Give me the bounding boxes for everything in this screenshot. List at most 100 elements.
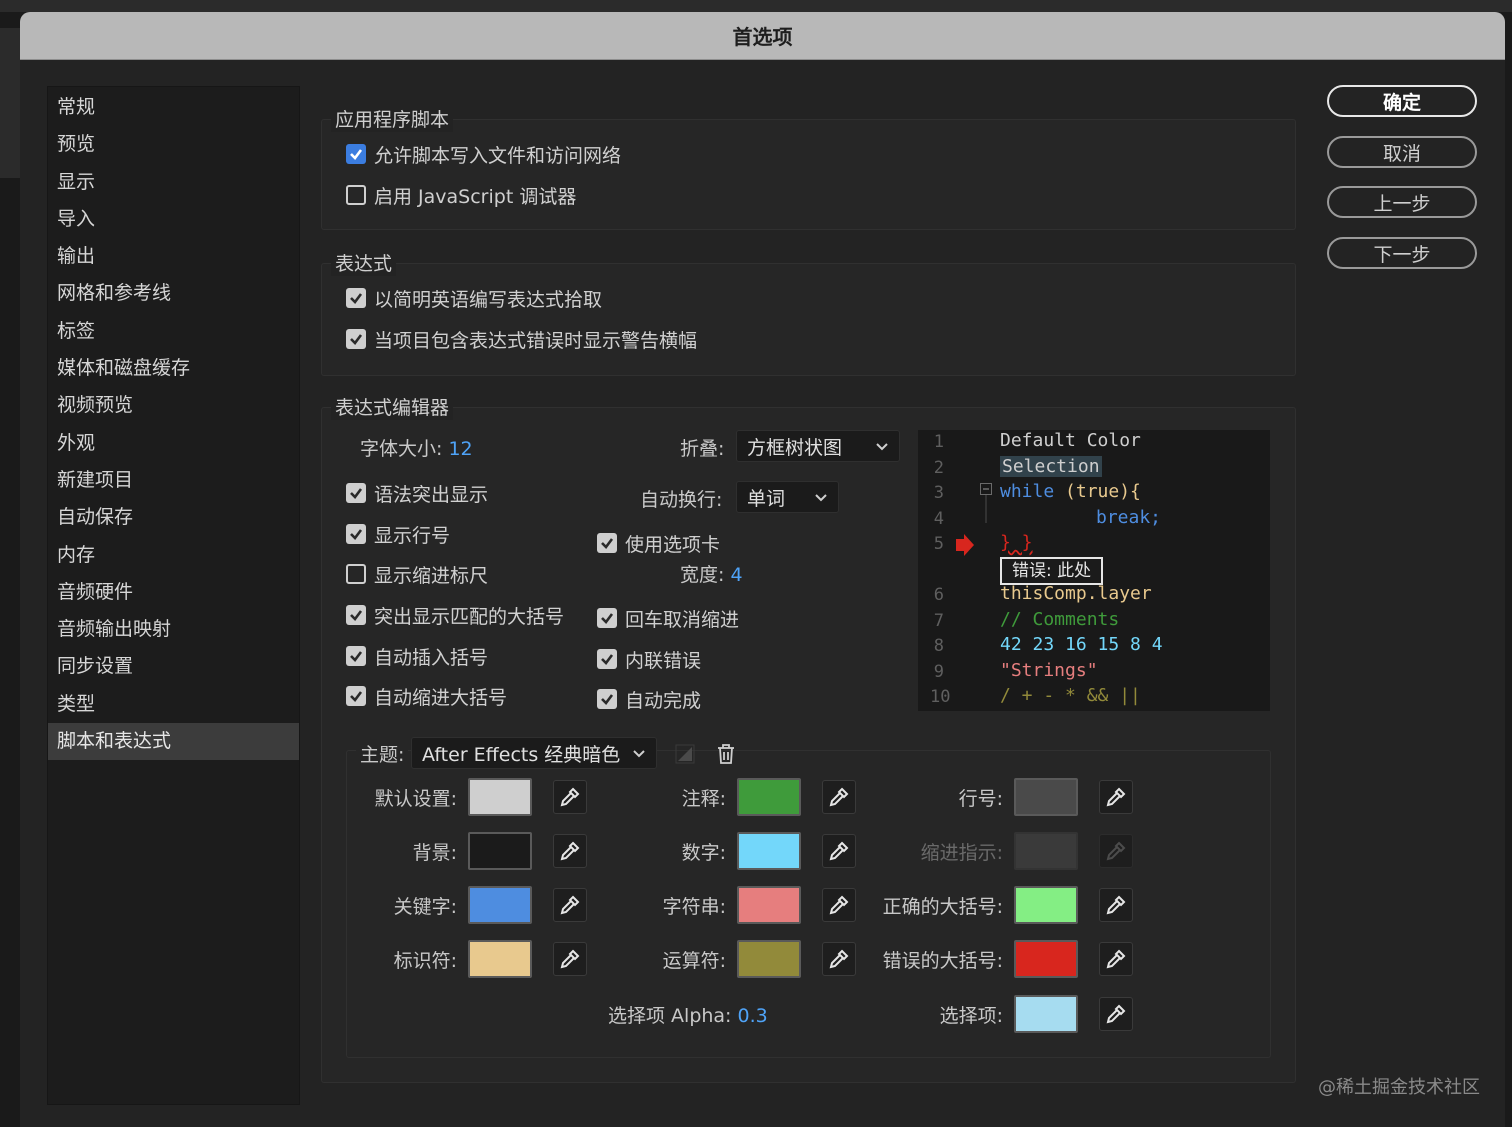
font-size-label: 字体大小: 12 <box>360 438 473 460</box>
enter-unindent-row[interactable]: 回车取消缩进 <box>597 603 739 633</box>
background-color-swatch[interactable] <box>468 832 532 870</box>
auto-insert-row[interactable]: 自动插入括号 <box>346 641 488 671</box>
identifier-color-swatch[interactable] <box>468 940 532 978</box>
syntax-row[interactable]: 语法突出显示 <box>346 478 488 508</box>
auto-complete-checkbox[interactable] <box>597 689 617 709</box>
auto-insert-checkbox[interactable] <box>346 646 366 666</box>
sidebar-item[interactable]: 输出 <box>48 238 299 275</box>
wrap-dropdown[interactable]: 单词 <box>736 481 839 513</box>
wrong-brace-color-swatch[interactable] <box>1014 940 1078 978</box>
line-number: 2 <box>933 458 944 478</box>
sidebar-item[interactable]: 常规 <box>48 89 299 126</box>
inline-errors-row[interactable]: 内联错误 <box>597 644 701 674</box>
auto-indent-row[interactable]: 自动缩进大括号 <box>346 681 507 711</box>
eyedropper-icon[interactable] <box>553 942 587 976</box>
sidebar-item[interactable]: 新建项目 <box>48 462 299 499</box>
eyedropper-icon[interactable] <box>822 942 856 976</box>
correct-brace-color-swatch[interactable] <box>1014 886 1078 924</box>
watermark: @稀土掘金技术社区 <box>1318 1077 1480 1098</box>
fold-dropdown[interactable]: 方框树状图 <box>736 430 900 462</box>
sidebar-item[interactable]: 音频输出映射 <box>48 611 299 648</box>
enter-unindent-checkbox[interactable] <box>597 608 617 628</box>
inline-errors-checkbox[interactable] <box>597 649 617 669</box>
sidebar-item[interactable]: 同步设置 <box>48 648 299 685</box>
line-number-color-swatch[interactable] <box>1014 778 1078 816</box>
eyedropper-icon[interactable] <box>822 780 856 814</box>
code-line-7: // Comments <box>1000 609 1120 630</box>
syntax-checkbox[interactable] <box>346 483 366 503</box>
eyedropper-icon[interactable] <box>553 780 587 814</box>
selection-color-swatch[interactable] <box>1014 995 1078 1033</box>
js-debugger-checkbox[interactable] <box>346 185 366 205</box>
eyedropper-icon[interactable] <box>553 888 587 922</box>
tab-width-value[interactable]: 4 <box>730 564 742 586</box>
default-color-label: 默认设置: <box>374 788 457 810</box>
allow-write-row[interactable]: 允许脚本写入文件和访问网络 <box>346 139 621 169</box>
use-tabs-row[interactable]: 使用选项卡 <box>597 528 720 558</box>
duplicate-theme-icon[interactable] <box>674 743 696 765</box>
sidebar-item[interactable]: 导入 <box>48 201 299 238</box>
line-number: 5 <box>933 534 944 554</box>
indent-ruler-checkbox[interactable] <box>346 564 366 584</box>
font-size-value[interactable]: 12 <box>448 438 472 460</box>
previous-button[interactable]: 上一步 <box>1327 186 1477 218</box>
theme-value: After Effects 经典暗色 <box>422 743 621 766</box>
line-numbers-row[interactable]: 显示行号 <box>346 519 450 549</box>
plain-english-row[interactable]: 以简明英语编写表达式拾取 <box>346 283 602 313</box>
selection-alpha-value[interactable]: 0.3 <box>738 1005 768 1027</box>
theme-dropdown[interactable]: After Effects 经典暗色 <box>411 737 657 769</box>
auto-complete-label: 自动完成 <box>625 689 702 712</box>
eyedropper-icon[interactable] <box>822 888 856 922</box>
cancel-button[interactable]: 取消 <box>1327 136 1477 168</box>
tab-width-label: 宽度: 4 <box>680 564 743 586</box>
string-color-swatch[interactable] <box>737 886 801 924</box>
auto-complete-row[interactable]: 自动完成 <box>597 684 701 714</box>
sidebar-item[interactable]: 媒体和磁盘缓存 <box>48 350 299 387</box>
background-color-label: 背景: <box>412 842 457 864</box>
eyedropper-icon[interactable] <box>553 834 587 868</box>
indent-ruler-row[interactable]: 显示缩进标尺 <box>346 559 488 589</box>
sidebar-item[interactable]: 显示 <box>48 164 299 201</box>
eyedropper-icon[interactable] <box>1099 780 1133 814</box>
app-scripts-group <box>321 119 1296 230</box>
auto-indent-checkbox[interactable] <box>346 686 366 706</box>
comment-color-swatch[interactable] <box>737 778 801 816</box>
eyedropper-icon[interactable] <box>1099 888 1133 922</box>
match-brackets-row[interactable]: 突出显示匹配的大括号 <box>346 600 564 630</box>
js-debugger-row[interactable]: 启用 JavaScript 调试器 <box>346 180 576 210</box>
sidebar-item[interactable]: 网格和参考线 <box>48 275 299 312</box>
keyword-color-swatch[interactable] <box>468 886 532 924</box>
match-brackets-checkbox[interactable] <box>346 605 366 625</box>
sidebar-item[interactable]: 自动保存 <box>48 499 299 536</box>
use-tabs-checkbox[interactable] <box>597 533 617 553</box>
expression-editor-title: 表达式编辑器 <box>331 393 454 420</box>
sidebar-item[interactable]: 内存 <box>48 537 299 574</box>
sidebar-item[interactable]: 类型 <box>48 686 299 723</box>
sidebar-item[interactable]: 视频预览 <box>48 387 299 424</box>
sidebar-item[interactable]: 音频硬件 <box>48 574 299 611</box>
warning-banner-checkbox[interactable] <box>346 329 366 349</box>
allow-write-checkbox[interactable] <box>346 144 366 164</box>
error-tooltip: 错误: 此处 <box>1000 557 1104 585</box>
eyedropper-icon[interactable] <box>822 834 856 868</box>
trash-icon[interactable] <box>715 743 737 765</box>
sidebar-item[interactable]: 预览 <box>48 126 299 163</box>
use-tabs-label: 使用选项卡 <box>625 533 721 556</box>
sidebar-item[interactable]: 外观 <box>48 425 299 462</box>
next-button[interactable]: 下一步 <box>1327 237 1477 269</box>
code-preview: 1 2 3 4 5 6 7 8 9 10 Default Color Selection whil… <box>918 430 1270 711</box>
warning-banner-row[interactable]: 当项目包含表达式错误时显示警告横幅 <box>346 324 697 354</box>
line-number: 7 <box>933 611 944 631</box>
sidebar-item[interactable]: 脚本和表达式 <box>48 723 299 761</box>
default-color-swatch[interactable] <box>468 778 532 816</box>
line-numbers-checkbox[interactable] <box>346 524 366 544</box>
eyedropper-icon[interactable] <box>1099 942 1133 976</box>
plain-english-checkbox[interactable] <box>346 288 366 308</box>
ok-button[interactable]: 确定 <box>1327 85 1477 117</box>
number-color-swatch[interactable] <box>737 832 801 870</box>
sidebar-item[interactable]: 标签 <box>48 313 299 350</box>
eyedropper-icon[interactable] <box>1099 997 1133 1031</box>
code-line-1: Default Color <box>1000 430 1141 451</box>
line-number: 1 <box>933 432 944 452</box>
operator-color-swatch[interactable] <box>737 940 801 978</box>
